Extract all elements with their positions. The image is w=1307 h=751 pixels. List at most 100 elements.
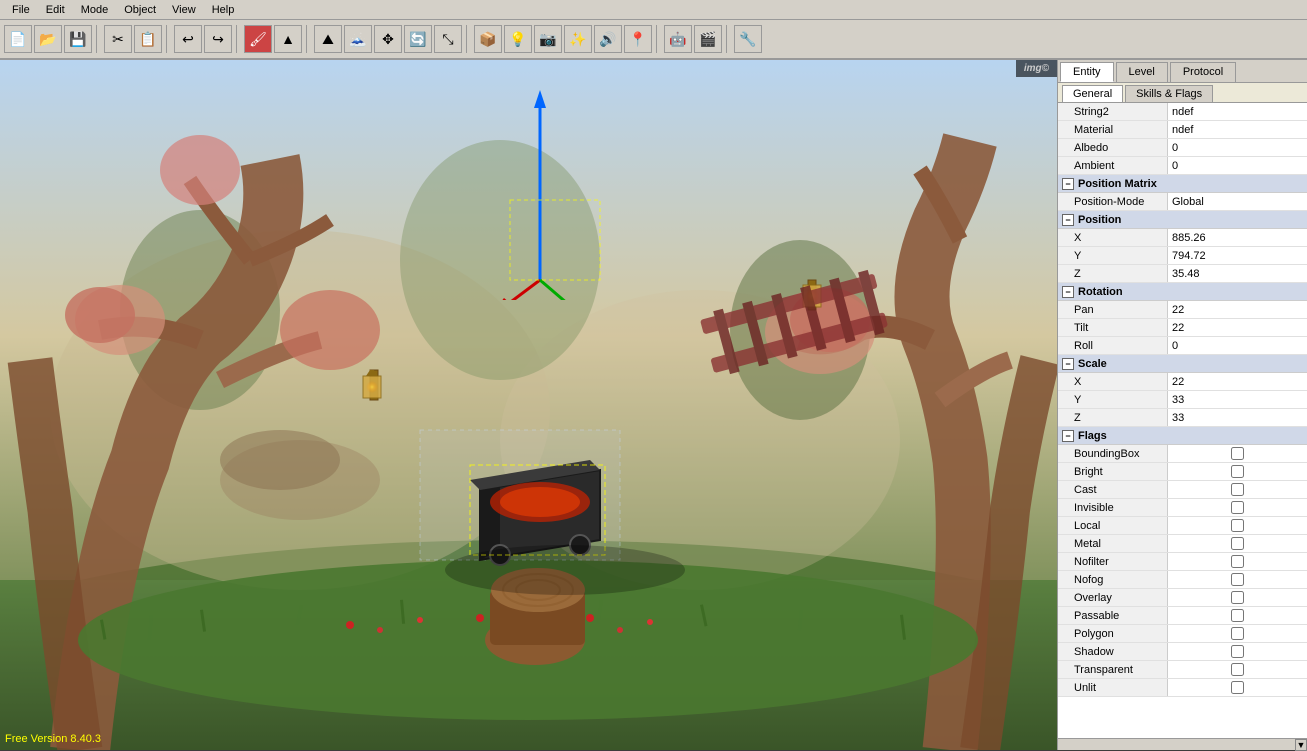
subtab-general[interactable]: General (1062, 85, 1123, 102)
flag-boundingbox-label: BoundingBox (1058, 445, 1168, 462)
prop-roll-value[interactable]: 0 (1168, 337, 1307, 354)
section-scale-label: Scale (1078, 358, 1107, 370)
flag-cast-value[interactable] (1168, 481, 1307, 498)
checkbox-nofilter[interactable] (1172, 555, 1303, 568)
separator-1 (96, 25, 100, 53)
checkbox-shadow[interactable] (1172, 645, 1303, 658)
rotate-button[interactable]: 🔄 (404, 25, 432, 53)
redo-button[interactable]: ↪ (204, 25, 232, 53)
paint-button[interactable]: 🖌 (244, 25, 272, 53)
checkbox-local[interactable] (1172, 519, 1303, 532)
checkbox-passable[interactable] (1172, 609, 1303, 622)
camera-button[interactable]: 📷 (534, 25, 562, 53)
prop-position-mode-value[interactable]: Global (1168, 193, 1307, 210)
prop-scale-y: Y 33 (1058, 391, 1307, 409)
prop-roll: Roll 0 (1058, 337, 1307, 355)
flag-polygon-label: Polygon (1058, 625, 1168, 642)
prop-ambient: Ambient 0 (1058, 157, 1307, 175)
prop-pos-z-value[interactable]: 35.48 (1168, 265, 1307, 282)
new-button[interactable]: 📄 (4, 25, 32, 53)
prop-scale-x-value[interactable]: 22 (1168, 373, 1307, 390)
flag-passable-value[interactable] (1168, 607, 1307, 624)
prop-scale-y-value[interactable]: 33 (1168, 391, 1307, 408)
light-button[interactable]: 💡 (504, 25, 532, 53)
prop-material-value[interactable]: ndef (1168, 121, 1307, 138)
collapse-position-matrix[interactable]: − (1062, 178, 1074, 190)
waypoint-button[interactable]: 📍 (624, 25, 652, 53)
flag-transparent-value[interactable] (1168, 661, 1307, 678)
prop-ambient-value[interactable]: 0 (1168, 157, 1307, 174)
flag-local-value[interactable] (1168, 517, 1307, 534)
checkbox-cast[interactable] (1172, 483, 1303, 496)
checkbox-transparent[interactable] (1172, 663, 1303, 676)
menu-file[interactable]: File (4, 2, 38, 18)
collapse-flags[interactable]: − (1062, 430, 1074, 442)
menu-view[interactable]: View (164, 2, 204, 18)
tab-protocol[interactable]: Protocol (1170, 62, 1236, 82)
ai-button[interactable]: 🤖 (664, 25, 692, 53)
cinematic-button[interactable]: 🎬 (694, 25, 722, 53)
extra1-button[interactable]: 🔧 (734, 25, 762, 53)
checkbox-overlay[interactable] (1172, 591, 1303, 604)
scroll-down-arrow[interactable]: ▼ (1295, 739, 1307, 751)
subtab-skills-flags[interactable]: Skills & Flags (1125, 85, 1213, 102)
flag-unlit-value[interactable] (1168, 679, 1307, 696)
prop-pos-z: Z 35.48 (1058, 265, 1307, 283)
tab-entity[interactable]: Entity (1060, 62, 1114, 82)
prop-scale-x-label: X (1058, 373, 1168, 390)
menu-mode[interactable]: Mode (73, 2, 117, 18)
prop-pos-x-value[interactable]: 885.26 (1168, 229, 1307, 246)
prop-tilt: Tilt 22 (1058, 319, 1307, 337)
scale-button[interactable]: ⤡ (434, 25, 462, 53)
prop-string2-value[interactable]: ndef (1168, 103, 1307, 120)
collapse-rotation[interactable]: − (1062, 286, 1074, 298)
logo-area: img© (1016, 60, 1057, 77)
flag-nofog-value[interactable] (1168, 571, 1307, 588)
main-area: Free Version 8.40.3 img© Entity Level Pr… (0, 60, 1307, 750)
particles-button[interactable]: ✨ (564, 25, 592, 53)
checkbox-metal[interactable] (1172, 537, 1303, 550)
copy-button[interactable]: 📋 (134, 25, 162, 53)
right-panel: Entity Level Protocol General Skills & F… (1057, 60, 1307, 750)
flag-nofilter-value[interactable] (1168, 553, 1307, 570)
prop-tilt-value[interactable]: 22 (1168, 319, 1307, 336)
menu-edit[interactable]: Edit (38, 2, 73, 18)
cut-button[interactable]: ✂ (104, 25, 132, 53)
flag-overlay-value[interactable] (1168, 589, 1307, 606)
entity-button[interactable]: 📦 (474, 25, 502, 53)
prop-ambient-label: Ambient (1058, 157, 1168, 174)
checkbox-polygon[interactable] (1172, 627, 1303, 640)
flag-polygon-value[interactable] (1168, 625, 1307, 642)
checkbox-boundingbox[interactable] (1172, 447, 1303, 460)
prop-pos-y-value[interactable]: 794.72 (1168, 247, 1307, 264)
checkbox-nofog[interactable] (1172, 573, 1303, 586)
prop-scale-z-value[interactable]: 33 (1168, 409, 1307, 426)
checkbox-invisible[interactable] (1172, 501, 1303, 514)
save-button[interactable]: 💾 (64, 25, 92, 53)
viewport[interactable]: Free Version 8.40.3 img© (0, 60, 1057, 750)
terrain2-button[interactable]: 🗻 (344, 25, 372, 53)
select-button[interactable]: ▲ (274, 25, 302, 53)
checkbox-bright[interactable] (1172, 465, 1303, 478)
prop-pan-value[interactable]: 22 (1168, 301, 1307, 318)
flag-boundingbox-value[interactable] (1168, 445, 1307, 462)
flag-bright-value[interactable] (1168, 463, 1307, 480)
open-button[interactable]: 📂 (34, 25, 62, 53)
move-button[interactable]: ✥ (374, 25, 402, 53)
sound-button[interactable]: 🔊 (594, 25, 622, 53)
menu-object[interactable]: Object (116, 2, 164, 18)
collapse-position[interactable]: − (1062, 214, 1074, 226)
undo-button[interactable]: ↩ (174, 25, 202, 53)
terrain1-button[interactable]: ⛰ (314, 25, 342, 53)
flag-nofilter: Nofilter (1058, 553, 1307, 571)
flag-metal-value[interactable] (1168, 535, 1307, 552)
prop-albedo-value[interactable]: 0 (1168, 139, 1307, 156)
flag-bright: Bright (1058, 463, 1307, 481)
checkbox-unlit[interactable] (1172, 681, 1303, 694)
collapse-scale[interactable]: − (1062, 358, 1074, 370)
flag-shadow-value[interactable] (1168, 643, 1307, 660)
menu-help[interactable]: Help (204, 2, 243, 18)
flag-invisible-value[interactable] (1168, 499, 1307, 516)
prop-pos-x-label: X (1058, 229, 1168, 246)
tab-level[interactable]: Level (1116, 62, 1168, 82)
